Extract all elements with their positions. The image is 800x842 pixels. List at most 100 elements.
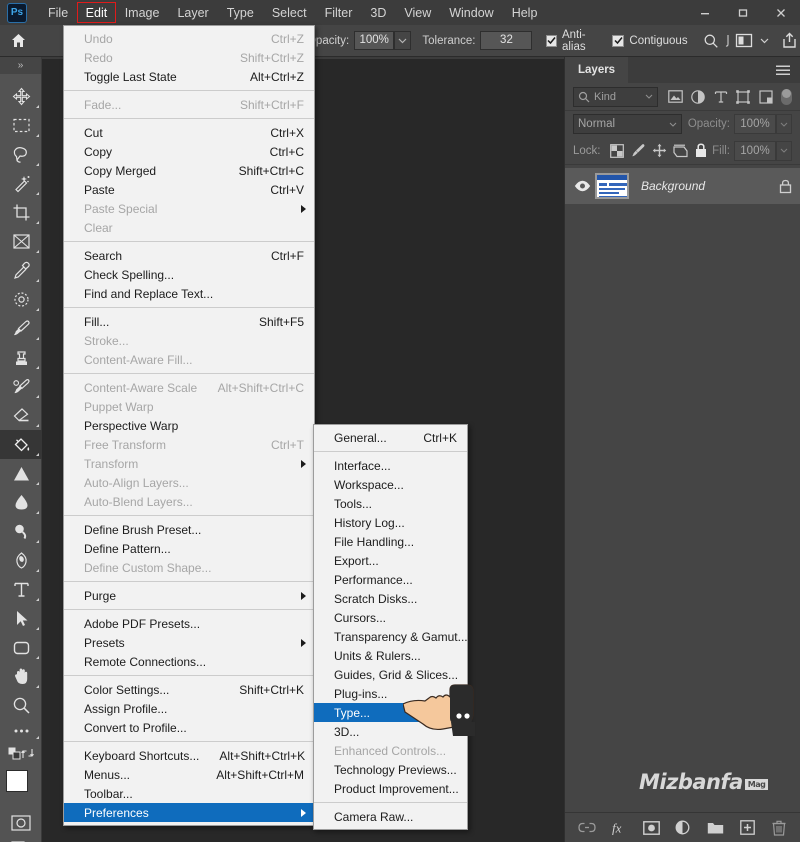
- menu-item-paste[interactable]: PasteCtrl+V: [64, 180, 314, 199]
- close-button[interactable]: [762, 0, 800, 25]
- menu-item-toolbar[interactable]: Toolbar...: [64, 784, 314, 803]
- path-selection-tool[interactable]: [0, 604, 42, 633]
- filter-smart-object-button[interactable]: [755, 86, 778, 108]
- menu-item-workspace[interactable]: Workspace...: [314, 475, 467, 494]
- menu-item-color-settings[interactable]: Color Settings...Shift+Ctrl+K: [64, 680, 314, 699]
- magic-wand-tool[interactable]: [0, 169, 42, 198]
- menu-item-adobe-pdf-presets[interactable]: Adobe PDF Presets...: [64, 614, 314, 633]
- spot-healing-tool[interactable]: [0, 285, 42, 314]
- menu-item-history-log[interactable]: History Log...: [314, 513, 467, 532]
- menu-item-toggle-last-state[interactable]: Toggle Last StateAlt+Ctrl+Z: [64, 67, 314, 86]
- fill-input[interactable]: 100%: [734, 141, 776, 161]
- menu-item-preferences[interactable]: Preferences: [64, 803, 314, 822]
- menu-item-remote-connections[interactable]: Remote Connections...: [64, 652, 314, 671]
- menu-item-plug-ins[interactable]: Plug-ins...: [314, 684, 467, 703]
- marquee-tool[interactable]: [0, 111, 42, 140]
- delete-layer-button[interactable]: [769, 818, 789, 838]
- filter-type-button[interactable]: [710, 86, 733, 108]
- tab-layers[interactable]: Layers: [565, 57, 628, 83]
- collapse-toolbar-button[interactable]: »: [0, 57, 41, 74]
- menubar-item-3d[interactable]: 3D: [361, 2, 395, 24]
- menu-item-check-spelling[interactable]: Check Spelling...: [64, 265, 314, 284]
- zoom-tool[interactable]: [0, 691, 42, 720]
- menu-item-menus[interactable]: Menus...Alt+Shift+Ctrl+M: [64, 765, 314, 784]
- rectangle-tool[interactable]: [0, 633, 42, 662]
- menu-item-copy[interactable]: CopyCtrl+C: [64, 142, 314, 161]
- share-button[interactable]: [778, 28, 800, 54]
- frame-tool[interactable]: [0, 227, 42, 256]
- new-adjustment-layer-button[interactable]: [673, 818, 693, 838]
- history-brush-tool[interactable]: [0, 372, 42, 401]
- blend-mode-dropdown[interactable]: Normal: [573, 114, 682, 134]
- menu-item-copy-merged[interactable]: Copy MergedShift+Ctrl+C: [64, 161, 314, 180]
- move-tool[interactable]: [0, 82, 42, 111]
- menubar-item-edit[interactable]: Edit: [77, 2, 116, 23]
- menu-item-performance[interactable]: Performance...: [314, 570, 467, 589]
- link-layers-button[interactable]: [577, 818, 597, 838]
- panel-menu-button[interactable]: [772, 57, 794, 83]
- workspace-switcher-button[interactable]: [733, 28, 755, 54]
- filter-kind-dropdown[interactable]: Kind: [573, 87, 658, 107]
- type-tool[interactable]: [0, 575, 42, 604]
- layer-style-button[interactable]: fx: [609, 818, 629, 838]
- blur-tool[interactable]: [0, 488, 42, 517]
- menu-item-guides-grid-slices[interactable]: Guides, Grid & Slices...: [314, 665, 467, 684]
- tolerance-input[interactable]: 32: [480, 31, 532, 50]
- filter-shape-button[interactable]: [732, 86, 755, 108]
- brush-tool[interactable]: [0, 314, 42, 343]
- menu-item-find-and-replace-text[interactable]: Find and Replace Text...: [64, 284, 314, 303]
- menu-item-product-improvement[interactable]: Product Improvement...: [314, 779, 467, 798]
- lock-image-pixels-button[interactable]: [628, 140, 649, 161]
- lock-all-button[interactable]: [691, 140, 712, 161]
- menu-item-cursors[interactable]: Cursors...: [314, 608, 467, 627]
- filter-pixel-button[interactable]: [665, 86, 688, 108]
- workspace-dropdown[interactable]: [755, 28, 774, 54]
- menu-item-technology-previews[interactable]: Technology Previews...: [314, 760, 467, 779]
- layer-opacity-input[interactable]: 100%: [734, 114, 776, 134]
- menubar-item-window[interactable]: Window: [440, 2, 502, 24]
- filter-adjustment-button[interactable]: [687, 86, 710, 108]
- menu-item-search[interactable]: SearchCtrl+F: [64, 246, 314, 265]
- menu-item-presets[interactable]: Presets: [64, 633, 314, 652]
- add-layer-mask-button[interactable]: [641, 818, 661, 838]
- menu-item-export[interactable]: Export...: [314, 551, 467, 570]
- menu-item-type[interactable]: Type...: [314, 703, 467, 722]
- menu-item-3d[interactable]: 3D...: [314, 722, 467, 741]
- layer-row-background[interactable]: Background: [565, 168, 800, 204]
- lock-artboard-nesting-button[interactable]: [670, 140, 691, 161]
- menu-item-cut[interactable]: CutCtrl+X: [64, 123, 314, 142]
- menu-item-fill[interactable]: Fill...Shift+F5: [64, 312, 314, 331]
- clone-stamp-tool[interactable]: [0, 343, 42, 372]
- lock-transparent-pixels-button[interactable]: [607, 140, 628, 161]
- opacity-dropdown[interactable]: [394, 31, 410, 50]
- color-swatches[interactable]: [0, 768, 42, 810]
- menu-item-transparency-gamut[interactable]: Transparency & Gamut...: [314, 627, 467, 646]
- menu-item-assign-profile[interactable]: Assign Profile...: [64, 699, 314, 718]
- menubar-item-select[interactable]: Select: [263, 2, 316, 24]
- menu-item-tools[interactable]: Tools...: [314, 494, 467, 513]
- menubar-item-filter[interactable]: Filter: [316, 2, 362, 24]
- foreground-color-swatch[interactable]: [6, 770, 28, 792]
- menubar-item-view[interactable]: View: [395, 2, 440, 24]
- lasso-tool[interactable]: [0, 140, 42, 169]
- minimize-button[interactable]: [686, 0, 724, 25]
- gradient-tool[interactable]: [0, 459, 42, 488]
- layer-opacity-dropdown[interactable]: [776, 114, 792, 134]
- hand-tool[interactable]: [0, 662, 42, 691]
- quick-mask-button[interactable]: [0, 810, 42, 836]
- paint-bucket-tool[interactable]: [0, 430, 42, 459]
- home-button[interactable]: [0, 25, 37, 57]
- menu-item-interface[interactable]: Interface...: [314, 456, 467, 475]
- lock-position-button[interactable]: [649, 140, 670, 161]
- edit-dropdown-menu[interactable]: UndoCtrl+ZRedoShift+Ctrl+ZToggle Last St…: [63, 25, 315, 826]
- menubar-item-image[interactable]: Image: [116, 2, 169, 24]
- eyedropper-tool[interactable]: [0, 256, 42, 285]
- menubar-item-type[interactable]: Type: [218, 2, 263, 24]
- new-layer-button[interactable]: [737, 818, 757, 838]
- preferences-submenu[interactable]: General...Ctrl+KInterface...Workspace...…: [313, 424, 468, 830]
- menu-item-camera-raw[interactable]: Camera Raw...: [314, 807, 467, 826]
- dodge-tool[interactable]: [0, 517, 42, 546]
- menubar-item-help[interactable]: Help: [503, 2, 547, 24]
- menu-item-define-pattern[interactable]: Define Pattern...: [64, 539, 314, 558]
- edit-toolbar-button[interactable]: [0, 720, 42, 742]
